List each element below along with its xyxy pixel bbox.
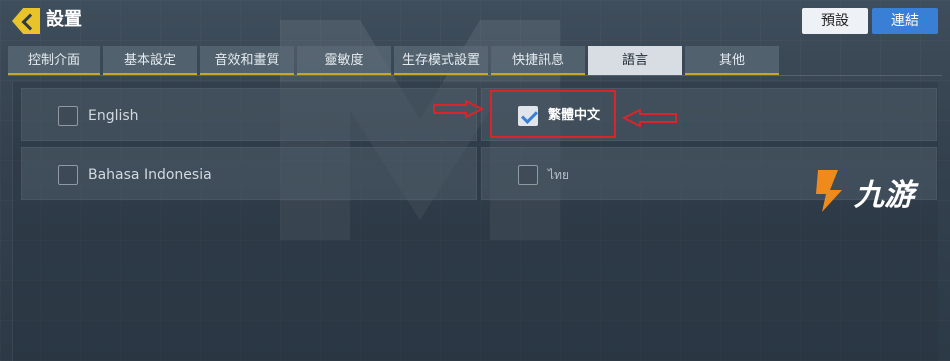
language-panel: English 繁體中文 Bahasa Indonesia ไทย [12, 82, 938, 361]
language-label: ไทย [548, 168, 569, 182]
language-checkbox[interactable] [518, 165, 538, 185]
tab-control-interface[interactable]: 控制介面 [8, 46, 100, 75]
preset-button[interactable]: 預設 [802, 8, 868, 34]
tab-sensitivity[interactable]: 靈敏度 [297, 46, 391, 75]
language-option-english[interactable]: English [21, 88, 477, 141]
tab-divider [8, 75, 942, 76]
language-checkbox[interactable] [58, 106, 78, 126]
tab-survival-mode[interactable]: 生存模式設置 [394, 46, 488, 75]
annotation-arrow-right-icon [433, 100, 484, 118]
settings-tabs: 控制介面 基本設定 音效和畫質 靈敏度 生存模式設置 快捷訊息 語言 其他 [8, 46, 782, 75]
tab-basic-settings[interactable]: 基本設定 [103, 46, 197, 75]
tab-other[interactable]: 其他 [685, 46, 779, 75]
connect-button[interactable]: 連結 [872, 8, 938, 34]
language-label: Bahasa Indonesia [88, 167, 212, 183]
language-checkbox[interactable] [58, 165, 78, 185]
language-label: English [88, 108, 139, 124]
tab-quick-messages[interactable]: 快捷訊息 [491, 46, 585, 75]
tab-sound-graphics[interactable]: 音效和畫質 [200, 46, 294, 75]
annotation-arrow-left-icon [622, 109, 677, 127]
back-icon[interactable] [12, 8, 40, 34]
annotation-highlight-box [490, 90, 616, 138]
page-title: 設置 [46, 9, 82, 30]
watermark-text: 九游 [854, 178, 914, 213]
language-option-indonesian[interactable]: Bahasa Indonesia [21, 147, 477, 200]
tab-language[interactable]: 語言 [588, 46, 682, 75]
